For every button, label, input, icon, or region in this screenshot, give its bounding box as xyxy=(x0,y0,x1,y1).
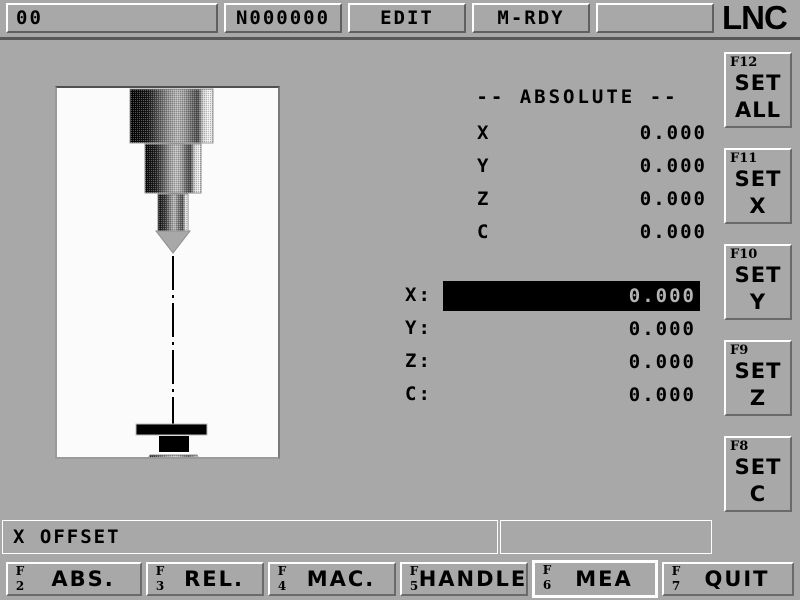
bottom-key-handle[interactable]: F 5 HANDLE xyxy=(400,562,528,596)
tool-workpiece-graphic-panel xyxy=(55,86,280,459)
offset-label-x: X: xyxy=(405,284,432,306)
absolute-readout-title: -- ABSOLUTE -- xyxy=(476,86,679,108)
alarm-code-panel: 00 xyxy=(6,3,218,33)
function-key-sidebar: F12 SET ALL F11 SET X F10 SET Y F9 SET Z… xyxy=(714,40,800,555)
absolute-axis-label-z: Z xyxy=(477,188,491,210)
offset-input-c[interactable]: 0.000 xyxy=(443,380,700,410)
absolute-axis-label-x: X xyxy=(477,122,491,144)
absolute-row-z: Z 0.000 xyxy=(455,188,707,220)
absolute-row-y: Y 0.000 xyxy=(455,155,707,187)
bottom-key-mea-label: MEA xyxy=(575,567,633,591)
fkey-number-f10: F10 xyxy=(730,247,758,262)
bottom-key-rel[interactable]: F 3 REL. xyxy=(146,562,264,596)
absolute-axis-value-z: 0.000 xyxy=(639,188,707,210)
offset-label-c: C: xyxy=(405,383,432,405)
offset-label-z: Z: xyxy=(405,350,432,372)
main-content-area: -- ABSOLUTE -- X 0.000 Y 0.000 Z 0.000 C… xyxy=(0,40,714,515)
sidebar-key-set-z-line1: SET xyxy=(734,359,782,383)
fkey-number-f8: F8 xyxy=(730,439,749,454)
status-message-right xyxy=(500,520,712,554)
sidebar-key-set-x-line1: SET xyxy=(734,167,782,191)
sidebar-key-set-z[interactable]: F9 SET Z xyxy=(724,340,792,416)
bottom-key-mac-f: F xyxy=(277,564,287,578)
bottom-key-abs-f: F xyxy=(15,564,25,578)
offset-row-z[interactable]: Z: 0.000 xyxy=(400,347,700,379)
bottom-key-mea[interactable]: F 6 MEA xyxy=(532,560,658,598)
sidebar-key-set-c[interactable]: F8 SET C xyxy=(724,436,792,512)
offset-input-y[interactable]: 0.000 xyxy=(443,314,700,344)
bottom-key-mac-label: MAC. xyxy=(306,567,376,591)
tool-workpiece-diagram xyxy=(129,88,214,457)
machine-status-panel: M-RDY xyxy=(472,3,590,33)
lnc-brand-logo: LNC xyxy=(722,0,800,36)
absolute-axis-value-x: 0.000 xyxy=(639,122,707,144)
bottom-key-handle-label: HANDLE xyxy=(418,567,528,591)
sidebar-key-set-x[interactable]: F11 SET X xyxy=(724,148,792,224)
offset-input-x[interactable]: 0.000 xyxy=(443,281,700,311)
fkey-number-f11: F11 xyxy=(730,151,758,166)
bottom-key-rel-f: F xyxy=(155,564,165,578)
lnc-brand-text: LNC xyxy=(722,0,788,36)
sidebar-key-set-c-line1: SET xyxy=(734,455,782,479)
bottom-key-quit[interactable]: F 7 QUIT xyxy=(662,562,794,596)
offset-input-z[interactable]: 0.000 xyxy=(443,347,700,377)
bottom-key-rel-label: REL. xyxy=(184,567,244,591)
sequence-number-panel: N000000 xyxy=(224,3,342,33)
sidebar-key-set-c-line2: C xyxy=(749,482,767,506)
bottom-key-quit-label: QUIT xyxy=(704,567,770,591)
offset-row-x[interactable]: X: 0.000 xyxy=(400,281,700,313)
offset-row-c[interactable]: C: 0.000 xyxy=(400,380,700,412)
bottom-key-rel-number: 3 xyxy=(155,579,165,593)
bottom-key-abs-label: ABS. xyxy=(51,567,115,591)
sidebar-key-set-x-line2: X xyxy=(749,194,767,218)
spare-status-panel xyxy=(596,3,714,33)
sidebar-key-set-all[interactable]: F12 SET ALL xyxy=(724,52,792,128)
sidebar-key-set-y-line1: SET xyxy=(734,263,782,287)
bottom-key-abs-number: 2 xyxy=(15,579,25,593)
absolute-row-x: X 0.000 xyxy=(455,122,707,154)
absolute-row-c: C 0.000 xyxy=(455,221,707,253)
fkey-number-f9: F9 xyxy=(730,343,749,358)
bottom-key-mea-f: F xyxy=(542,563,552,577)
bottom-key-mac[interactable]: F 4 MAC. xyxy=(268,562,396,596)
bottom-key-mea-number: 6 xyxy=(542,578,552,592)
status-message-left: X OFFSET xyxy=(2,520,498,554)
sequence-number-value: N000000 xyxy=(235,7,331,29)
bottom-key-abs[interactable]: F 2 ABS. xyxy=(6,562,142,596)
machine-status-value: M-RDY xyxy=(497,7,565,29)
sidebar-key-set-y[interactable]: F10 SET Y xyxy=(724,244,792,320)
offset-label-y: Y: xyxy=(405,317,432,339)
bottom-key-quit-f: F xyxy=(671,564,681,578)
absolute-axis-value-y: 0.000 xyxy=(639,155,707,177)
sidebar-key-set-z-line2: Z xyxy=(749,386,767,410)
header-bar: 00 N000000 EDIT M-RDY LNC xyxy=(0,0,800,36)
operation-mode-value: EDIT xyxy=(380,7,434,29)
operation-mode-panel: EDIT xyxy=(348,3,466,33)
cnc-controller-screen: 00 N000000 EDIT M-RDY LNC -- ABSOLUTE --… xyxy=(0,0,800,600)
sidebar-key-set-all-line1: SET xyxy=(734,71,782,95)
absolute-axis-value-c: 0.000 xyxy=(639,221,707,243)
offset-row-y[interactable]: Y: 0.000 xyxy=(400,314,700,346)
bottom-key-quit-number: 7 xyxy=(671,579,681,593)
status-bar: X OFFSET xyxy=(0,518,714,556)
sidebar-key-set-y-line2: Y xyxy=(749,290,767,314)
sidebar-key-set-all-line2: ALL xyxy=(734,98,781,122)
bottom-key-mac-number: 4 xyxy=(277,579,287,593)
absolute-axis-label-y: Y xyxy=(477,155,491,177)
alarm-code-value: 00 xyxy=(16,7,43,29)
fkey-number-f12: F12 xyxy=(730,55,758,70)
bottom-function-bar: F 2 ABS. F 3 REL. F 4 MAC. F 5 HANDLE F … xyxy=(0,556,800,600)
absolute-axis-label-c: C xyxy=(477,221,491,243)
